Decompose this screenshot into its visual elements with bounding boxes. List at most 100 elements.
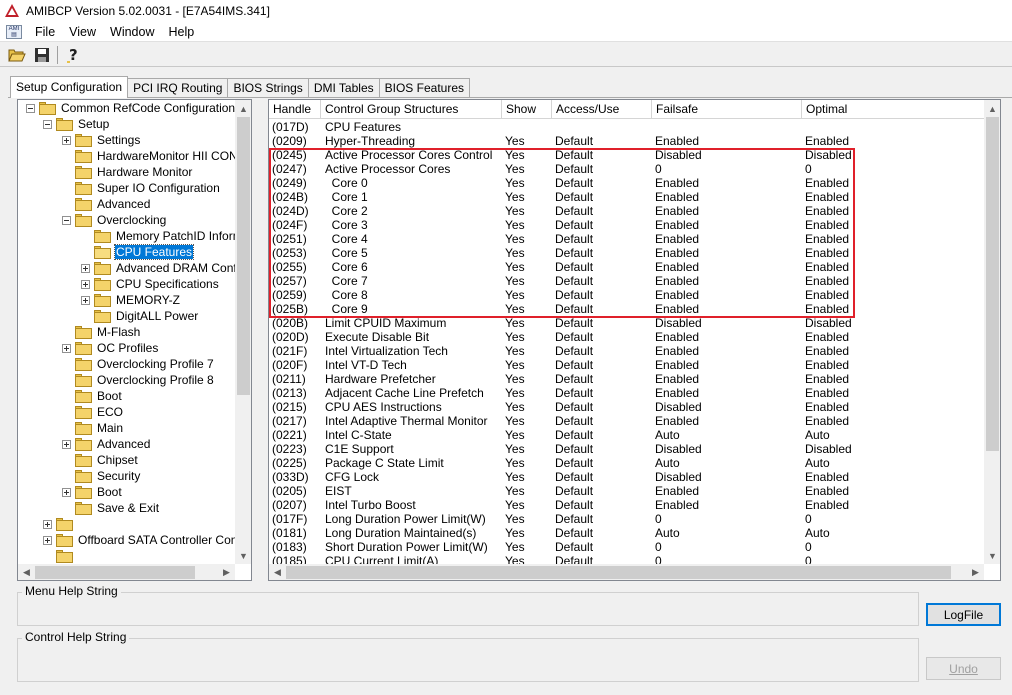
table-row[interactable]: (024F) Core 3 Yes Default Enabled Enabled — [269, 218, 985, 232]
table-row[interactable]: (0245) Active Processor Cores Control Yes D… — [269, 148, 985, 162]
table-row[interactable]: (0213) Adjacent Cache Line Prefetch Yes Def… — [269, 386, 985, 400]
tree-hscroll-thumb[interactable] — [35, 566, 195, 579]
setup-tree[interactable]: Common RefCode Configuration Setup Setting… — [17, 99, 252, 581]
tree-scroll-thumb[interactable] — [237, 117, 250, 395]
table-row[interactable]: (0249) Core 0 Yes Default Enabled Enabled — [269, 176, 985, 190]
tree-scroll-right-icon[interactable]: ▶ — [218, 564, 235, 580]
grid-scroll-left-icon[interactable]: ◀ — [269, 564, 286, 580]
tree-item[interactable]: Advanced — [62, 196, 151, 212]
tree-item[interactable] — [43, 548, 79, 564]
help-question-icon[interactable]: ? — [62, 45, 84, 65]
table-row[interactable]: (021F) Intel Virtualization Tech Yes Defaul… — [269, 344, 985, 358]
tree-item[interactable]: M-Flash — [62, 324, 141, 340]
expand-plus-icon[interactable] — [62, 343, 71, 353]
table-row[interactable]: (0205) EIST Yes Default Enabled Enabled — [269, 484, 985, 498]
tree-item[interactable]: MEMORY-Z — [81, 292, 181, 308]
grid-hscroll-thumb[interactable] — [286, 566, 951, 579]
tree-item[interactable] — [43, 516, 79, 532]
table-row[interactable]: (0209) Hyper-Threading Yes Default Enabled En… — [269, 134, 985, 148]
grid-scroll-thumb[interactable] — [986, 117, 999, 451]
table-row[interactable]: (0215) CPU AES Instructions Yes Default Disa… — [269, 400, 985, 414]
tree-item[interactable]: Overclocking Profile 8 — [62, 372, 215, 388]
table-row[interactable]: (0259) Core 8 Yes Default Enabled Enabled — [269, 288, 985, 302]
expand-plus-icon[interactable] — [43, 535, 52, 545]
expand-plus-icon[interactable] — [62, 487, 71, 497]
table-row[interactable]: (0207) Intel Turbo Boost Yes Default Enabled… — [269, 498, 985, 512]
tree-item[interactable]: Overclocking — [62, 212, 167, 228]
expand-plus-icon[interactable] — [43, 519, 52, 529]
table-row[interactable]: (0251) Core 4 Yes Default Enabled Enabled — [269, 232, 985, 246]
tree-scroll-up-icon[interactable]: ▲ — [235, 100, 251, 117]
table-row[interactable]: (024D) Core 2 Yes Default Enabled Enabled — [269, 204, 985, 218]
tree-item[interactable]: Boot — [62, 484, 123, 500]
tree-item[interactable]: Super IO Configuration — [62, 180, 221, 196]
menu-help[interactable]: Help — [162, 25, 202, 39]
tree-vertical-scrollbar[interactable]: ▲ ▼ — [235, 100, 251, 564]
tree-item[interactable]: Main — [62, 420, 124, 436]
column-header-control-group[interactable]: Control Group Structures — [321, 100, 502, 119]
tree-item[interactable]: Settings — [62, 132, 141, 148]
tree-item[interactable]: Save & Exit — [62, 500, 160, 516]
save-disk-icon[interactable] — [31, 45, 53, 65]
tree-item[interactable]: Chipset — [62, 452, 139, 468]
table-row[interactable]: (033D) CFG Lock Yes Default Disabled Enabled — [269, 470, 985, 484]
tree-item[interactable]: CPU Features — [81, 244, 195, 260]
tree-item[interactable]: Offboard SATA Controller Configu — [43, 532, 237, 548]
tab-bios-strings[interactable]: BIOS Strings — [227, 78, 309, 98]
table-row[interactable]: (024B) Core 1 Yes Default Enabled Enabled — [269, 190, 985, 204]
tab-bios-features[interactable]: BIOS Features — [378, 78, 470, 98]
expand-plus-icon[interactable] — [62, 135, 71, 145]
column-header-access[interactable]: Access/Use — [552, 100, 652, 119]
tree-item[interactable]: Boot — [62, 388, 123, 404]
tree-item[interactable]: Common RefCode Configuration — [26, 100, 236, 116]
tree-item[interactable]: OC Profiles — [62, 340, 159, 356]
tree-item[interactable]: Memory PatchID Informat — [81, 228, 237, 244]
table-row[interactable]: (0185) CPU Current Limit(A) Yes Default 0 0 — [269, 554, 985, 564]
tree-item[interactable]: DigitALL Power — [81, 308, 199, 324]
table-row[interactable]: (025B) Core 9 Yes Default Enabled Enabled — [269, 302, 985, 316]
table-row[interactable]: (0253) Core 5 Yes Default Enabled Enabled — [269, 246, 985, 260]
table-row[interactable]: (0247) Active Processor Cores Yes Default 0 0 — [269, 162, 985, 176]
table-row[interactable]: (0255) Core 6 Yes Default Enabled Enabled — [269, 260, 985, 274]
expand-plus-icon[interactable] — [62, 439, 71, 449]
table-row[interactable]: (0223) C1E Support Yes Default Disabled Disab… — [269, 442, 985, 456]
menu-file[interactable]: File — [28, 25, 62, 39]
tree-item[interactable]: ECO — [62, 404, 124, 420]
tab-dmi-tables[interactable]: DMI Tables — [307, 78, 380, 98]
tree-item[interactable]: Advanced — [62, 436, 151, 452]
column-header-handle[interactable]: Handle — [269, 100, 321, 119]
table-row[interactable]: (0211) Hardware Prefetcher Yes Default Enabl… — [269, 372, 985, 386]
table-row[interactable]: (020D) Execute Disable Bit Yes Default Enabl… — [269, 330, 985, 344]
table-row[interactable]: (020B) Limit CPUID Maximum Yes Default Disab… — [269, 316, 985, 330]
column-header-show[interactable]: Show — [502, 100, 552, 119]
table-row[interactable]: (0183) Short Duration Power Limit(W) Yes De… — [269, 540, 985, 554]
amibcp-app-icon[interactable] — [4, 3, 20, 19]
logfile-button[interactable]: LogFile — [926, 603, 1001, 626]
open-folder-icon[interactable] — [6, 45, 28, 65]
menu-view[interactable]: View — [62, 25, 103, 39]
grid-horizontal-scrollbar[interactable]: ◀ ▶ — [269, 564, 984, 580]
table-row[interactable]: (0221) Intel C-State Yes Default Auto Auto — [269, 428, 985, 442]
undo-button[interactable]: Undo — [926, 657, 1001, 680]
collapse-minus-icon[interactable] — [26, 103, 35, 113]
column-header-optimal[interactable]: Optimal — [802, 100, 985, 119]
tree-item[interactable]: Security — [62, 468, 141, 484]
collapse-minus-icon[interactable] — [43, 119, 52, 129]
tree-item[interactable]: Overclocking Profile 7 — [62, 356, 215, 372]
tree-scroll-left-icon[interactable]: ◀ — [18, 564, 35, 580]
tree-item[interactable]: CPU Specifications — [81, 276, 220, 292]
tab-setup-configuration[interactable]: Setup Configuration — [10, 76, 129, 98]
tree-item[interactable]: Setup — [43, 116, 110, 132]
expand-plus-icon[interactable] — [81, 295, 90, 305]
table-row[interactable]: (0257) Core 7 Yes Default Enabled Enabled — [269, 274, 985, 288]
table-row[interactable]: (0217) Intel Adaptive Thermal Monitor Yes D… — [269, 414, 985, 428]
tree-scroll-down-icon[interactable]: ▼ — [235, 547, 251, 564]
table-row[interactable]: (017D) CPU Features — [269, 120, 985, 134]
tree-horizontal-scrollbar[interactable]: ◀ ▶ — [18, 564, 235, 580]
tab-pci-irq-routing[interactable]: PCI IRQ Routing — [127, 78, 229, 98]
control-group-grid[interactable]: Handle Control Group Structures Show Acc… — [268, 99, 1001, 581]
table-row[interactable]: (020F) Intel VT-D Tech Yes Default Enabled En… — [269, 358, 985, 372]
menu-window[interactable]: Window — [103, 25, 161, 39]
table-row[interactable]: (017F) Long Duration Power Limit(W) Yes Def… — [269, 512, 985, 526]
grid-vertical-scrollbar[interactable]: ▲ ▼ — [984, 100, 1000, 564]
